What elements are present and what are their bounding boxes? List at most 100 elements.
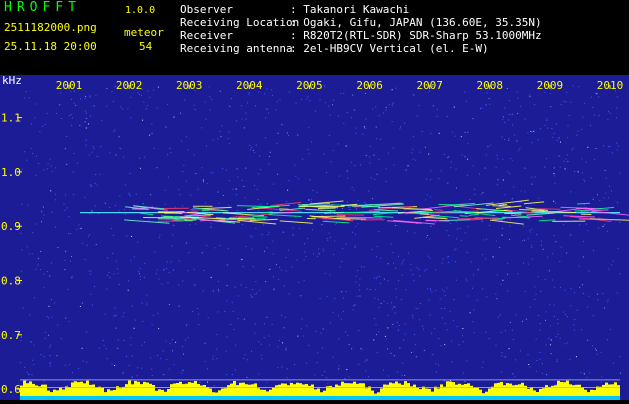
- noise-speck: [294, 364, 295, 365]
- noise-speck: [173, 270, 174, 271]
- noise-speck: [530, 131, 531, 132]
- noise-speck: [354, 110, 355, 111]
- noise-speck: [565, 159, 566, 160]
- noise-speck: [441, 170, 442, 171]
- noise-speck: [536, 294, 537, 295]
- noise-speck: [436, 116, 437, 117]
- noise-speck: [395, 225, 396, 226]
- noise-speck: [142, 303, 143, 304]
- noise-speck: [364, 361, 365, 362]
- noise-speck: [567, 154, 568, 155]
- noise-speck: [346, 291, 347, 292]
- noise-speck: [125, 214, 126, 215]
- level-bar: [74, 381, 77, 396]
- noise-speck: [538, 276, 539, 277]
- noise-speck: [242, 215, 243, 216]
- noise-speck: [336, 223, 337, 224]
- noise-speck: [486, 239, 487, 240]
- noise-speck: [387, 280, 388, 281]
- noise-speck: [213, 290, 214, 291]
- noise-speck: [286, 257, 287, 258]
- noise-speck: [227, 264, 228, 265]
- noise-speck: [255, 324, 256, 325]
- noise-speck: [50, 190, 51, 191]
- noise-speck: [376, 138, 377, 139]
- meteor-count: 54: [139, 40, 152, 53]
- noise-speck: [395, 313, 396, 314]
- noise-speck: [252, 236, 253, 237]
- noise-speck: [385, 336, 386, 337]
- noise-speck: [51, 166, 52, 167]
- noise-speck: [96, 244, 97, 245]
- noise-speck: [23, 308, 24, 309]
- noise-speck: [406, 170, 407, 171]
- level-bar: [173, 384, 176, 397]
- noise-speck: [57, 247, 58, 248]
- noise-speck: [549, 304, 550, 305]
- noise-speck: [322, 375, 323, 376]
- noise-speck: [205, 343, 206, 344]
- noise-speck: [52, 171, 53, 172]
- level-bar: [440, 384, 443, 396]
- noise-speck: [293, 234, 294, 235]
- noise-speck: [205, 203, 206, 204]
- noise-speck: [584, 103, 585, 104]
- noise-speck: [463, 373, 464, 374]
- noise-speck: [188, 337, 189, 338]
- noise-speck: [242, 180, 243, 181]
- noise-speck: [517, 92, 518, 93]
- noise-speck: [369, 163, 370, 164]
- noise-speck: [292, 228, 293, 229]
- noise-speck: [24, 98, 25, 99]
- noise-speck: [564, 161, 565, 162]
- noise-speck: [112, 364, 113, 365]
- noise-speck: [378, 299, 379, 300]
- noise-speck: [129, 173, 130, 174]
- noise-speck: [117, 268, 118, 269]
- noise-speck: [377, 352, 378, 353]
- noise-speck: [322, 347, 323, 348]
- noise-speck: [482, 288, 483, 289]
- noise-speck: [576, 135, 577, 136]
- noise-speck: [558, 334, 559, 335]
- level-bar: [269, 390, 272, 396]
- noise-speck: [326, 377, 327, 378]
- noise-speck: [473, 165, 474, 166]
- level-bar: [503, 385, 506, 396]
- noise-speck: [131, 236, 132, 237]
- noise-speck: [279, 340, 280, 341]
- level-bar: [506, 383, 509, 396]
- noise-speck: [322, 249, 323, 250]
- noise-speck: [269, 336, 270, 337]
- noise-speck: [304, 243, 305, 244]
- noise-speck: [306, 256, 307, 257]
- noise-speck: [557, 319, 558, 320]
- noise-speck: [369, 157, 370, 158]
- noise-speck: [536, 234, 537, 235]
- level-bar: [536, 392, 539, 396]
- noise-speck: [579, 287, 580, 288]
- noise-speck: [220, 91, 221, 92]
- noise-speck: [45, 338, 46, 339]
- noise-speck: [85, 259, 86, 260]
- noise-speck: [383, 113, 384, 114]
- noise-speck: [266, 317, 267, 318]
- noise-speck: [371, 178, 372, 179]
- noise-speck: [471, 262, 472, 263]
- noise-speck: [590, 125, 591, 126]
- noise-speck: [270, 152, 271, 153]
- level-bar: [593, 390, 596, 396]
- noise-speck: [391, 302, 392, 303]
- noise-speck: [498, 317, 499, 318]
- noise-speck: [442, 317, 443, 318]
- noise-speck: [466, 279, 467, 280]
- noise-speck: [447, 183, 448, 184]
- noise-speck: [163, 269, 164, 270]
- noise-speck: [250, 295, 251, 296]
- level-bar: [575, 385, 578, 396]
- noise-speck: [435, 269, 436, 270]
- app-version: 1.0.0: [125, 4, 155, 17]
- noise-speck: [138, 271, 139, 272]
- noise-speck: [181, 372, 182, 373]
- level-bar: [275, 385, 278, 396]
